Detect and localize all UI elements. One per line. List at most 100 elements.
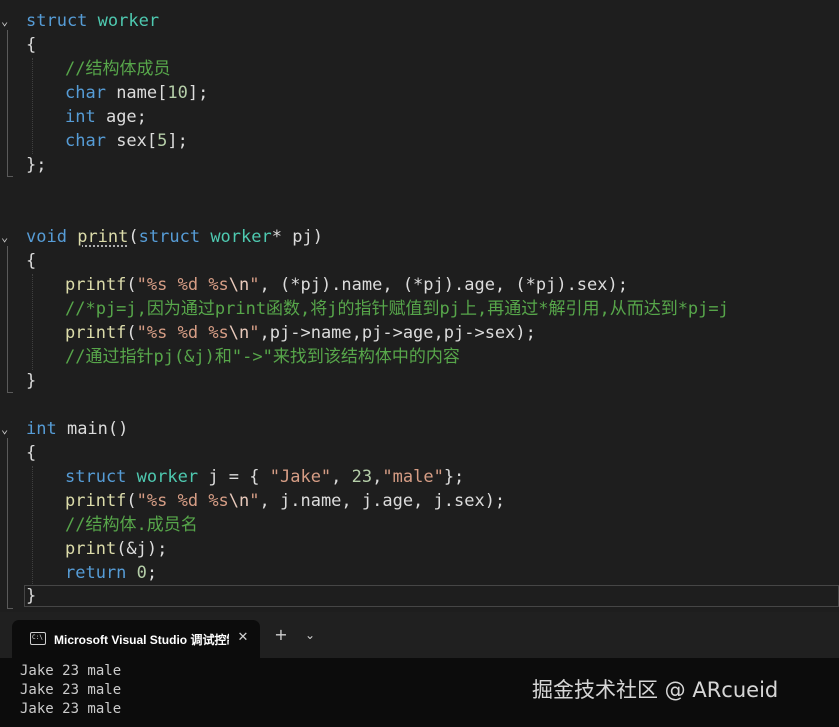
function-printf: printf bbox=[65, 323, 127, 343]
code-line-18[interactable]: printf("%s %d %s\n", j.name, j.age, j.se… bbox=[65, 489, 505, 513]
printf-args: , (*pj).name, (*pj).age, (*pj).sex); bbox=[259, 275, 628, 295]
terminal-output-line: Jake 23 male bbox=[20, 663, 122, 679]
format-string: "%s %d %s bbox=[136, 323, 229, 343]
code-line-11[interactable]: //*pj=j,因为通过print函数,将j的指针赋值到pj上,再通过*解引用,… bbox=[65, 297, 729, 321]
code-line-8[interactable]: void print(struct worker* pj) bbox=[26, 225, 323, 249]
code-line-20[interactable]: print(&j); bbox=[65, 537, 167, 561]
field-age: age; bbox=[95, 107, 147, 127]
brace-open: { bbox=[26, 35, 37, 55]
number: 5 bbox=[157, 131, 168, 151]
terminal-tab[interactable]: C:\ Microsoft Visual Studio 调试控制台 ✕ bbox=[12, 620, 260, 658]
code-line-13[interactable]: //通过指针pj(&j)和"->"来找到该结构体中的内容 bbox=[65, 345, 460, 369]
outline-end-struct bbox=[7, 176, 13, 177]
function-printf: printf bbox=[65, 275, 127, 295]
type-worker: worker bbox=[210, 227, 272, 247]
outline-bar-main bbox=[7, 438, 8, 608]
semicolon: ; bbox=[146, 563, 158, 583]
code-editor[interactable]: ⌄ ⌄ ⌄ struct worker { //结构体成员 char name[… bbox=[0, 0, 839, 612]
code-line-12[interactable]: printf("%s %d %s\n",pj->name,pj->age,pj-… bbox=[65, 321, 536, 345]
collapse-print-icon[interactable]: ⌄ bbox=[1, 231, 13, 243]
separator: , bbox=[331, 467, 352, 487]
outline-end-print bbox=[7, 392, 13, 393]
bracket: ]; bbox=[167, 131, 188, 151]
brace-open: { bbox=[26, 443, 37, 463]
code-line-15[interactable]: int main() bbox=[26, 417, 128, 441]
comment: //结构体.成员名 bbox=[65, 515, 198, 535]
chevron-down-icon[interactable]: ⌄ bbox=[302, 627, 318, 643]
brace-close: } bbox=[26, 586, 37, 606]
keyword-struct: struct bbox=[138, 227, 201, 247]
escape-sequence: \n bbox=[228, 275, 250, 295]
brace-close: }; bbox=[26, 155, 47, 175]
string-literal: "male" bbox=[382, 467, 444, 487]
code-line-9[interactable]: { bbox=[26, 249, 36, 273]
field-name: name bbox=[105, 83, 158, 103]
outline-bar-print bbox=[7, 246, 8, 392]
paren: ) bbox=[312, 227, 323, 247]
string-literal: "Jake" bbox=[269, 467, 332, 487]
field-sex: sex bbox=[105, 131, 147, 151]
indent-guide bbox=[32, 274, 33, 370]
type-worker: worker bbox=[97, 11, 160, 31]
string-quote: " bbox=[249, 491, 260, 511]
bracket: [ bbox=[146, 131, 158, 151]
close-icon[interactable]: ✕ bbox=[234, 629, 252, 647]
escape-sequence: \n bbox=[228, 491, 250, 511]
comment: //通过指针pj(&j)和"->"来找到该结构体中的内容 bbox=[65, 347, 460, 367]
brace-close: } bbox=[26, 371, 37, 391]
terminal-window[interactable]: C:\ Microsoft Visual Studio 调试控制台 ✕ + ⌄ … bbox=[0, 612, 839, 727]
code-line-4[interactable]: char name[10]; bbox=[65, 81, 208, 105]
code-line-7[interactable]: }; bbox=[26, 153, 46, 177]
bracket: ]; bbox=[187, 83, 209, 103]
function-main: main() bbox=[56, 419, 129, 439]
console-icon-label: C:\ bbox=[32, 634, 43, 641]
number: 0 bbox=[136, 563, 147, 583]
function-print-call: print bbox=[65, 539, 117, 559]
code-line-1[interactable]: struct worker bbox=[26, 9, 159, 33]
keyword-return: return bbox=[65, 563, 127, 583]
param-pj: * pj bbox=[271, 227, 313, 247]
collapse-struct-icon[interactable]: ⌄ bbox=[1, 15, 13, 27]
type-worker: worker bbox=[136, 467, 199, 487]
code-line-2[interactable]: { bbox=[26, 33, 36, 57]
separator: , bbox=[372, 467, 383, 487]
watermark: 掘金技术社区 @ ARcueid bbox=[532, 678, 779, 702]
brace-open: { bbox=[26, 251, 37, 271]
code-line-17[interactable]: struct worker j = { "Jake", 23,"male"}; bbox=[65, 465, 464, 489]
bracket: [ bbox=[157, 83, 168, 103]
code-line-22[interactable]: } bbox=[26, 584, 36, 608]
code-line-21[interactable]: return 0; bbox=[65, 561, 157, 585]
code-line-5[interactable]: int age; bbox=[65, 105, 147, 129]
keyword-void: void bbox=[26, 227, 67, 247]
indent-guide bbox=[32, 58, 33, 154]
paren: ( bbox=[128, 227, 139, 247]
comment: //*pj=j,因为通过print函数,将j的指针赋值到pj上,再通过*解引用,… bbox=[65, 299, 729, 319]
variable-j: j = { bbox=[198, 467, 270, 487]
terminal-output-line: Jake 23 male bbox=[20, 682, 122, 698]
terminal-tab-title: Microsoft Visual Studio 调试控制台 bbox=[54, 633, 229, 647]
keyword-char: char bbox=[65, 83, 106, 103]
number: 23 bbox=[351, 467, 373, 487]
current-line-highlight bbox=[24, 585, 839, 607]
code-line-16[interactable]: { bbox=[26, 441, 36, 465]
function-printf: printf bbox=[65, 491, 127, 511]
code-line-19[interactable]: //结构体.成员名 bbox=[65, 513, 198, 537]
printf-args: ,pj->name,pj->age,pj->sex); bbox=[259, 323, 536, 343]
keyword-struct: struct bbox=[65, 467, 127, 487]
comment: //结构体成员 bbox=[65, 59, 171, 79]
keyword-int: int bbox=[65, 107, 96, 127]
collapse-main-icon[interactable]: ⌄ bbox=[1, 423, 13, 435]
string-quote: " bbox=[249, 275, 260, 295]
code-line-6[interactable]: char sex[5]; bbox=[65, 129, 188, 153]
code-line-3[interactable]: //结构体成员 bbox=[65, 57, 170, 81]
escape-sequence: \n bbox=[228, 323, 250, 343]
terminal-output-line: Jake 23 male bbox=[20, 701, 122, 717]
keyword-char: char bbox=[65, 131, 106, 151]
keyword-int: int bbox=[26, 419, 57, 439]
format-string: "%s %d %s bbox=[136, 275, 229, 295]
number: 10 bbox=[167, 83, 188, 103]
code-line-14[interactable]: } bbox=[26, 369, 36, 393]
function-print: print bbox=[77, 227, 129, 247]
code-line-10[interactable]: printf("%s %d %s\n", (*pj).name, (*pj).a… bbox=[65, 273, 628, 297]
new-tab-button[interactable]: + bbox=[272, 626, 290, 644]
